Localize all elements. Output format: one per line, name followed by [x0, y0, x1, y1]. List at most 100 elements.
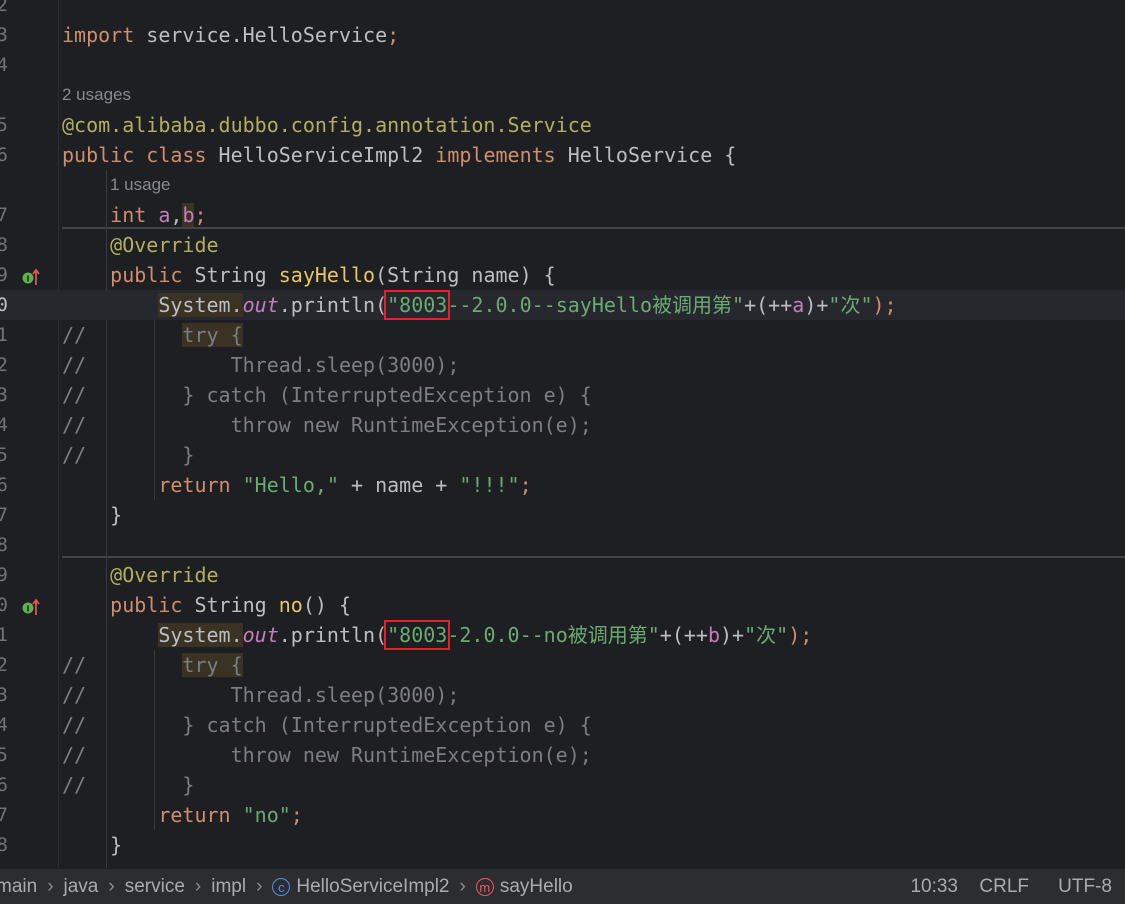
- code-line[interactable]: 8 }: [0, 830, 1125, 860]
- code-line[interactable]: 4 // throw new RuntimeException(e);: [0, 410, 1125, 440]
- code-token: --2.0.0--sayHello被调用第": [447, 293, 745, 317]
- code-token: );: [788, 623, 813, 647]
- code-token: + name +: [338, 473, 460, 497]
- breadcrumb-label: impl: [211, 876, 247, 897]
- usages-hint[interactable]: 2 usages: [62, 80, 131, 110]
- line-number: 7: [0, 804, 8, 826]
- code-line[interactable]: 1 System.out.println("8003-2.0.0--no被调用第…: [0, 620, 1125, 650]
- line-ending[interactable]: CRLF: [979, 869, 1029, 904]
- code-text: }: [62, 830, 122, 860]
- code-token: ;: [519, 473, 532, 497]
- code-line[interactable]: 7 }: [0, 500, 1125, 530]
- line-number: 1: [0, 324, 8, 346]
- implements-interface-icon[interactable]: I: [22, 596, 42, 615]
- code-line[interactable]: 6 // }: [0, 770, 1125, 800]
- code-line[interactable]: 5 // }: [0, 440, 1125, 470]
- code-line[interactable]: 8: [0, 530, 1125, 560]
- code-line[interactable]: 3 import service.HelloService;: [0, 20, 1125, 50]
- breadcrumb-item[interactable]: c HelloServiceImpl2: [272, 876, 450, 897]
- code-token: // Thread.sleep(3000);: [62, 353, 460, 377]
- code-token: ;: [194, 203, 207, 227]
- chevron-right-icon: ›: [256, 876, 263, 897]
- code-text: // }: [62, 440, 194, 470]
- line-number: 5: [0, 114, 8, 136]
- code-line[interactable]: 1 // try {: [0, 320, 1125, 350]
- code-token: @Override: [110, 233, 219, 257]
- line-number: 4: [0, 414, 8, 436]
- code-token: "!!!": [459, 473, 520, 497]
- line-number: 8: [0, 534, 8, 556]
- code-text: // try {: [62, 320, 243, 350]
- code-token: HelloServiceImpl2: [218, 143, 436, 167]
- code-line[interactable]: 7 return "no";: [0, 800, 1125, 830]
- code-line[interactable]: 5 // throw new RuntimeException(e);: [0, 740, 1125, 770]
- line-number: 1: [0, 624, 8, 646]
- code-token: //: [62, 653, 87, 677]
- code-token: try {: [182, 653, 243, 677]
- code-line[interactable]: 7 int a,b;: [0, 200, 1125, 230]
- code-token: import: [62, 23, 147, 47]
- code-line[interactable]: 2 usages: [0, 80, 1125, 110]
- line-number: 6: [0, 144, 8, 166]
- code-text: System.out.println("8003-2.0.0--no被调用第"+…: [62, 620, 812, 650]
- line-number: 2: [0, 354, 8, 376]
- code-line[interactable]: 3 // } catch (InterruptedException e) {: [0, 380, 1125, 410]
- code-token: String: [194, 263, 279, 287]
- code-token: // }: [62, 443, 195, 467]
- code-token: // } catch (InterruptedException e) {: [62, 383, 592, 407]
- code-token: out: [242, 623, 279, 647]
- code-line[interactable]: 9 I public String sayHello(String name) {: [0, 260, 1125, 290]
- code-token: a: [158, 203, 171, 227]
- code-line[interactable]: 5 @com.alibaba.dubbo.config.annotation.Se…: [0, 110, 1125, 140]
- code-line[interactable]: 2: [0, 0, 1125, 20]
- code-token: System.: [158, 293, 243, 317]
- code-line[interactable]: 2 // Thread.sleep(3000);: [0, 350, 1125, 380]
- code-text: public String no() {: [62, 590, 351, 620]
- code-line[interactable]: 9 @Override: [0, 560, 1125, 590]
- code-token: public: [110, 263, 195, 287]
- code-text: // throw new RuntimeException(e);: [62, 740, 592, 770]
- code-token: @com.alibaba.dubbo.config.annotation.: [62, 113, 508, 137]
- code-line[interactable]: 8 @Override: [0, 230, 1125, 260]
- breadcrumb-item[interactable]: main: [0, 876, 37, 897]
- breadcrumb-item[interactable]: m sayHello: [475, 876, 573, 897]
- line-number: 4: [0, 54, 8, 76]
- code-editor[interactable]: 2 3 import service.HelloService; 4 2 usages 5…: [0, 0, 1125, 868]
- code-line[interactable]: 4 // } catch (InterruptedException e) {: [0, 710, 1125, 740]
- code-line[interactable]: 0 System.out.println("8003--2.0.0--sayHe…: [0, 290, 1125, 320]
- breadcrumb-label: sayHello: [499, 876, 573, 897]
- caret-position[interactable]: 10:33: [910, 869, 958, 904]
- usages-hint[interactable]: 1 usage: [110, 170, 171, 200]
- code-line[interactable]: 6 public class HelloServiceImpl2 implemen…: [0, 140, 1125, 170]
- highlighted-port-string: "8003: [384, 290, 451, 320]
- code-line[interactable]: 1 usage: [0, 170, 1125, 200]
- code-token: // }: [62, 773, 195, 797]
- breadcrumb-item[interactable]: service: [125, 876, 185, 897]
- line-number: 7: [0, 204, 8, 226]
- code-token: HelloService {: [567, 143, 737, 167]
- chevron-right-icon: ›: [108, 876, 115, 897]
- code-text: int a,b;: [62, 200, 207, 230]
- code-text: // } catch (InterruptedException e) {: [62, 380, 592, 410]
- code-token: class: [146, 143, 219, 167]
- code-line[interactable]: 4: [0, 50, 1125, 80]
- breadcrumb-item[interactable]: java: [64, 876, 99, 897]
- code-token: "Hello,": [242, 473, 339, 497]
- code-token: )+: [720, 623, 745, 647]
- code-line[interactable]: 2 // try {: [0, 650, 1125, 680]
- code-token: (String name) {: [375, 263, 556, 287]
- code-token: ;: [290, 803, 303, 827]
- code-line[interactable]: 3 // Thread.sleep(3000);: [0, 680, 1125, 710]
- breadcrumb-item[interactable]: impl: [211, 876, 246, 897]
- code-line[interactable]: 6 return "Hello," + name + "!!!";: [0, 470, 1125, 500]
- implements-interface-icon[interactable]: I: [22, 266, 42, 285]
- file-encoding[interactable]: UTF-8: [1058, 869, 1112, 904]
- code-token: "no": [242, 803, 291, 827]
- class-icon: c: [272, 877, 291, 896]
- breadcrumb-label: service: [124, 876, 185, 897]
- code-token: ;: [387, 23, 400, 47]
- breadcrumb-label: HelloServiceImpl2: [296, 876, 450, 897]
- code-line[interactable]: 0 I public String no() {: [0, 590, 1125, 620]
